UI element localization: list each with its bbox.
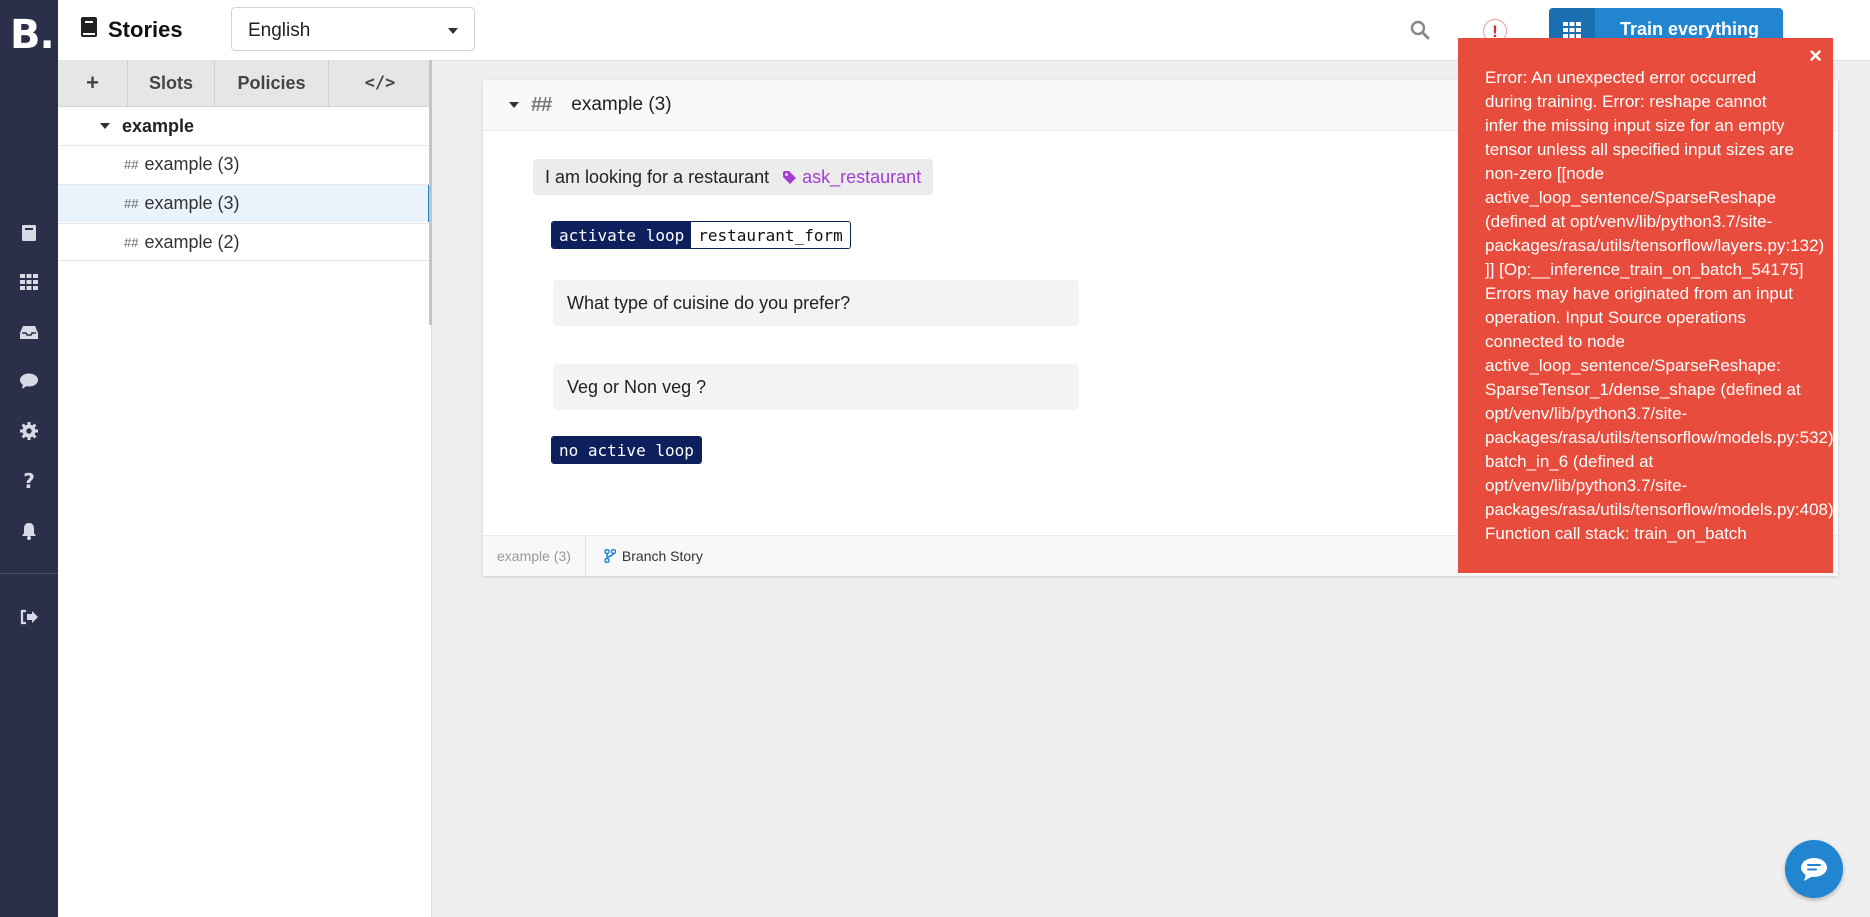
hash-icon: ## <box>124 196 139 211</box>
error-line: SparseTensor_1/dense_shape (defined at <box>1485 380 1801 399</box>
error-line: active_loop_sentence/SparseReshape: <box>1485 356 1781 375</box>
rail-divider <box>0 573 58 574</box>
train-button-label: Train everything <box>1620 19 1760 39</box>
bot-response-text: What type of cuisine do you prefer? <box>567 292 851 313</box>
error-line: Errors may have originated from an input <box>1485 284 1794 303</box>
story-title[interactable]: example (3) <box>571 94 671 116</box>
tab-policies[interactable]: Policies <box>215 60 329 106</box>
tag-icon <box>783 170 797 184</box>
chevron-down-icon <box>448 28 458 34</box>
chat-bubble-icon <box>1801 858 1827 881</box>
error-line: non-zero [[node <box>1485 164 1605 183</box>
branch-story-button[interactable]: Branch Story <box>604 548 703 564</box>
page-title-group: Stories <box>80 16 183 44</box>
hash-icon: ## <box>124 234 139 250</box>
activate-loop-tag[interactable]: activate loop restaurant_form <box>551 221 851 249</box>
logout-icon[interactable] <box>19 607 39 627</box>
chat-bubble-icon[interactable] <box>19 371 39 391</box>
chat-widget-button[interactable] <box>1785 840 1843 898</box>
story-item-label: example (2) <box>144 231 240 252</box>
error-line: opt/venv/lib/python3.7/site- <box>1485 404 1688 423</box>
error-message: Error: An unexpected error occurred duri… <box>1485 66 1833 546</box>
error-line: active_loop_sentence/SparseReshape <box>1485 188 1777 207</box>
intent-label[interactable]: ask_restaurant <box>783 167 921 188</box>
error-line: infer the missing input size for an empt… <box>1485 116 1785 135</box>
grid-icon[interactable] <box>19 272 39 292</box>
gear-icon[interactable] <box>19 421 39 441</box>
user-utterance[interactable]: I am looking for a restaurant ask_restau… <box>533 159 934 195</box>
loop-keyword: activate loop <box>552 222 692 248</box>
user-utterance-text: I am looking for a restaurant <box>545 166 770 187</box>
inbox-icon[interactable] <box>19 322 39 342</box>
story-item[interactable]: ## example (3) <box>58 145 431 183</box>
sidebar-tabs: + Slots Policies </> <box>58 60 431 107</box>
tab-add-group[interactable]: + <box>58 60 128 106</box>
no-active-loop-tag[interactable]: no active loop <box>551 436 702 464</box>
search-icon[interactable] <box>1410 20 1430 45</box>
chevron-down-icon[interactable] <box>100 123 110 129</box>
panel-resize-handle[interactable] <box>429 60 432 325</box>
book-icon[interactable] <box>19 223 39 243</box>
error-line: packages/rasa/utils/tensorflow/layers.py… <box>1485 236 1825 255</box>
error-line: during training. Error: reshape cannot <box>1485 92 1767 111</box>
error-line: opt/venv/lib/python3.7/site- <box>1485 476 1688 495</box>
book-icon <box>80 16 98 44</box>
error-line: packages/rasa/utils/tensorflow/models.py… <box>1485 428 1833 447</box>
app-rail: B. ? <box>0 0 58 917</box>
branch-story-label: Branch Story <box>621 548 703 564</box>
tab-code-editor[interactable]: </> <box>329 60 431 106</box>
tab-slots[interactable]: Slots <box>128 60 215 106</box>
story-item-label: example (3) <box>144 193 240 213</box>
story-group-example[interactable]: example <box>58 107 431 145</box>
error-notification: × Error: An unexpected error occurred du… <box>1458 38 1833 573</box>
error-line: tensor unless all specified input sizes … <box>1485 140 1794 159</box>
collapse-chevron-icon[interactable] <box>509 102 519 108</box>
error-line: (defined at opt/venv/lib/python3.7/site- <box>1485 212 1773 231</box>
hash-icon: ## <box>124 157 139 172</box>
language-value: English <box>248 20 311 41</box>
app-logo[interactable]: B. <box>10 10 55 60</box>
branch-icon <box>604 549 616 563</box>
error-line: Error: An unexpected error occurred <box>1485 68 1757 87</box>
close-icon[interactable]: × <box>1809 44 1822 68</box>
story-tree-panel: + Slots Policies </> example ## example … <box>58 60 432 917</box>
bell-icon[interactable] <box>19 521 39 541</box>
error-line: ]] [Op:__inference_train_on_batch_54175] <box>1485 260 1804 279</box>
story-group-label: example <box>122 115 195 136</box>
bot-response-text: Veg or Non veg ? <box>567 376 707 397</box>
help-icon[interactable]: ? <box>19 469 39 493</box>
hash-icon: ## <box>531 93 552 116</box>
story-item-selected[interactable]: ## example (3) <box>58 184 431 222</box>
intent-name: ask_restaurant <box>802 166 922 187</box>
language-select[interactable]: English <box>231 7 475 51</box>
error-line: packages/rasa/utils/tensorflow/models.py… <box>1485 500 1833 519</box>
loop-keyword: no active loop <box>552 437 701 463</box>
page-title: Stories <box>108 17 183 42</box>
error-line: operation. Input Source operations <box>1485 308 1746 327</box>
error-line: batch_in_6 (defined at <box>1485 452 1654 471</box>
bot-response[interactable]: Veg or Non veg ? <box>553 364 1079 410</box>
story-item-label: example (3) <box>144 154 240 174</box>
breadcrumb: example (3) <box>483 536 586 576</box>
story-item[interactable]: ## example (2) <box>58 223 431 261</box>
error-line: connected to node <box>1485 332 1625 351</box>
bot-response[interactable]: What type of cuisine do you prefer? <box>553 280 1079 326</box>
error-line: Function call stack: train_on_batch <box>1485 524 1747 543</box>
loop-form-name: restaurant_form <box>691 222 850 248</box>
